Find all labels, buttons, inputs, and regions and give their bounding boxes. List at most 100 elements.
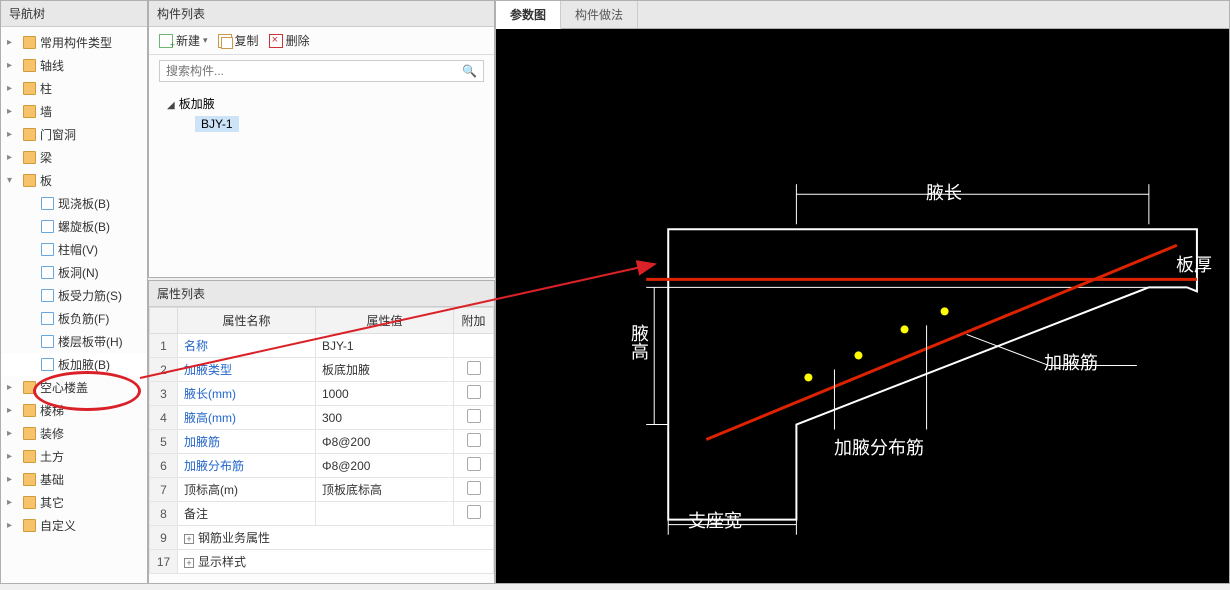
tree-label: 板 (40, 172, 52, 189)
expand-icon[interactable]: + (184, 558, 194, 568)
checkbox[interactable] (467, 385, 481, 399)
label-banhou: 板厚 (1176, 251, 1212, 277)
tree-label: 自定义 (40, 517, 76, 534)
property-row[interactable]: 6 加腋分布筋 Φ8@200 (150, 454, 494, 478)
tree-item-decor[interactable]: ▸装修 (1, 422, 147, 445)
tab-component-approach[interactable]: 构件做法 (561, 1, 638, 28)
tree-child-xianjiao[interactable]: 现浇板(B) (1, 192, 147, 215)
col-value: 属性值 (316, 308, 454, 334)
new-button[interactable]: 新建▾ (159, 32, 208, 49)
chevron-right-icon: ▸ (7, 405, 19, 416)
tree-item-slab[interactable]: ▾板 (1, 169, 147, 192)
tree-item-foundation[interactable]: ▸基础 (1, 468, 147, 491)
checkbox[interactable] (467, 481, 481, 495)
tree-label: 板受力筋(S) (58, 287, 122, 304)
tree-item-other[interactable]: ▸ 其它 (1, 491, 147, 514)
tree-child-fujin[interactable]: 板负筋(F) (1, 307, 147, 330)
prop-value[interactable]: 板底加腋 (316, 358, 454, 382)
prop-extra[interactable] (454, 502, 494, 526)
list-item-selected[interactable]: BJY-1 (167, 114, 476, 134)
param-diagram-panel: 参数图 构件做法 (495, 0, 1230, 584)
col-extra: 附加 (454, 308, 494, 334)
prop-extra[interactable] (454, 406, 494, 430)
prop-name: 顶标高(m) (178, 478, 316, 502)
prop-value[interactable]: Φ8@200 (316, 430, 454, 454)
chevron-down-icon: ▾ (7, 175, 19, 186)
prop-extra[interactable] (454, 358, 494, 382)
checkbox[interactable] (467, 505, 481, 519)
component-list-toolbar: 新建▾ 复制 删除 (149, 27, 494, 55)
tree-child-luoxuan[interactable]: 螺旋板(B) (1, 215, 147, 238)
prop-extra[interactable] (454, 478, 494, 502)
rownum: 2 (150, 358, 178, 382)
prop-value[interactable]: 1000 (316, 382, 454, 406)
prop-value[interactable]: 300 (316, 406, 454, 430)
tree-item-earth[interactable]: ▸土方 (1, 445, 147, 468)
property-row[interactable]: 17 +显示样式 (150, 550, 494, 574)
search-box[interactable]: 🔍 (159, 60, 484, 82)
tree-item-hollow[interactable]: ▸空心楼盖 (1, 376, 147, 399)
tree-child-bandai[interactable]: 楼层板带(H) (1, 330, 147, 353)
prop-extra[interactable] (454, 382, 494, 406)
tree-item-column[interactable]: ▸柱 (1, 77, 147, 100)
tree-child-zhumao[interactable]: 柱帽(V) (1, 238, 147, 261)
tree-label: 板加腋(B) (58, 356, 110, 373)
prop-extra[interactable] (454, 430, 494, 454)
label-yegao: 腋高 (626, 324, 652, 360)
property-row[interactable]: 2 加腋类型 板底加腋 (150, 358, 494, 382)
tree-item-door[interactable]: ▸门窗洞 (1, 123, 147, 146)
property-row[interactable]: 9 +钢筋业务属性 (150, 526, 494, 550)
chevron-right-icon: ▸ (7, 428, 19, 439)
label-yechang: 腋长 (926, 179, 962, 205)
tab-param-diagram[interactable]: 参数图 (496, 1, 561, 29)
tree-label: 其它 (40, 494, 64, 511)
tree-item-beam[interactable]: ▸梁 (1, 146, 147, 169)
tree-child-jiaye[interactable]: 板加腋(B) (1, 353, 147, 376)
tree-child-shouli[interactable]: 板受力筋(S) (1, 284, 147, 307)
copy-button[interactable]: 复制 (218, 32, 259, 49)
checkbox[interactable] (467, 457, 481, 471)
property-row[interactable]: 8 备注 (150, 502, 494, 526)
prop-value[interactable] (316, 502, 454, 526)
prop-value[interactable]: 顶板底标高 (316, 478, 454, 502)
delete-button[interactable]: 删除 (269, 32, 310, 49)
property-row[interactable]: 7 顶标高(m) 顶板底标高 (150, 478, 494, 502)
prop-value[interactable]: BJY-1 (316, 334, 454, 358)
tree-item-stair[interactable]: ▸楼梯 (1, 399, 147, 422)
tree-child-bandong[interactable]: 板洞(N) (1, 261, 147, 284)
checkbox[interactable] (467, 409, 481, 423)
tree-item-custom[interactable]: ▸自定义 (1, 514, 147, 537)
list-root[interactable]: ◢板加腋 (167, 93, 476, 114)
tree-item-common[interactable]: ▸常用构件类型 (1, 31, 147, 54)
copy-icon (218, 34, 232, 48)
folder-icon (23, 105, 36, 118)
tree-item-axis[interactable]: ▸轴线 (1, 54, 147, 77)
prop-name: 加腋类型 (178, 358, 316, 382)
tree-label: 常用构件类型 (40, 34, 112, 51)
property-row[interactable]: 5 加腋筋 Φ8@200 (150, 430, 494, 454)
tree-item-wall[interactable]: ▸墙 (1, 100, 147, 123)
search-input[interactable] (166, 64, 462, 78)
property-row[interactable]: 3 腋长(mm) 1000 (150, 382, 494, 406)
checkbox[interactable] (467, 361, 481, 375)
folder-icon (23, 496, 36, 509)
folder-icon (23, 519, 36, 532)
checkbox[interactable] (467, 433, 481, 447)
group-cell[interactable]: +显示样式 (178, 550, 494, 574)
folder-icon (23, 151, 36, 164)
tree-label: 梁 (40, 149, 52, 166)
prop-extra[interactable] (454, 454, 494, 478)
property-header-row: 属性名称 属性值 附加 (150, 308, 494, 334)
prop-name: 腋高(mm) (178, 406, 316, 430)
property-row[interactable]: 1 名称 BJY-1 (150, 334, 494, 358)
property-row[interactable]: 4 腋高(mm) 300 (150, 406, 494, 430)
property-title: 属性列表 (149, 281, 494, 307)
cap-icon (41, 243, 54, 256)
tree-label: 空心楼盖 (40, 379, 88, 396)
expand-icon[interactable]: + (184, 534, 194, 544)
group-cell[interactable]: +钢筋业务属性 (178, 526, 494, 550)
tree-label: 土方 (40, 448, 64, 465)
prop-value[interactable]: Φ8@200 (316, 454, 454, 478)
prop-extra[interactable] (454, 334, 494, 358)
chevron-right-icon: ▸ (7, 497, 19, 508)
